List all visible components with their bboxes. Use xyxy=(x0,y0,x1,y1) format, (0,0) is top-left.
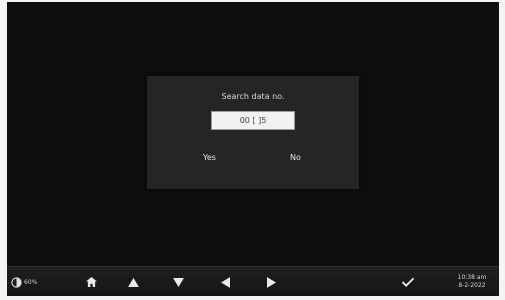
right-button[interactable] xyxy=(261,267,281,296)
bottom-toolbar: 60% 10:38 am 8-2-2022 xyxy=(7,266,499,296)
home-icon xyxy=(85,277,97,287)
check-icon xyxy=(402,277,414,287)
search-data-dialog: Search data no. 00 [ ]5 Yes No xyxy=(147,76,359,189)
brightness-value: 60% xyxy=(24,278,38,286)
clock-date: 8-2-2022 xyxy=(458,282,486,289)
up-button[interactable] xyxy=(123,267,143,296)
confirm-button[interactable] xyxy=(397,267,419,296)
clock-display: 10:38 am 8-2-2022 xyxy=(447,267,497,296)
arrow-left-icon xyxy=(220,276,230,288)
no-button[interactable]: No xyxy=(290,151,301,165)
down-button[interactable] xyxy=(168,267,188,296)
data-number-input[interactable]: 00 [ ]5 xyxy=(211,111,295,130)
home-button[interactable] xyxy=(81,267,101,296)
clock-time: 10:38 am xyxy=(457,274,487,281)
arrow-down-icon xyxy=(172,277,184,287)
brightness-icon xyxy=(11,276,22,288)
device-screen: Search data no. 00 [ ]5 Yes No 60% 10:38… xyxy=(7,2,499,296)
arrow-right-icon xyxy=(266,276,276,288)
arrow-up-icon xyxy=(127,277,139,287)
brightness-control[interactable]: 60% xyxy=(11,267,51,296)
yes-button[interactable]: Yes xyxy=(203,151,216,165)
dialog-title: Search data no. xyxy=(221,92,285,101)
left-button[interactable] xyxy=(215,267,235,296)
device-bezel: Search data no. 00 [ ]5 Yes No 60% 10:38… xyxy=(0,0,505,300)
